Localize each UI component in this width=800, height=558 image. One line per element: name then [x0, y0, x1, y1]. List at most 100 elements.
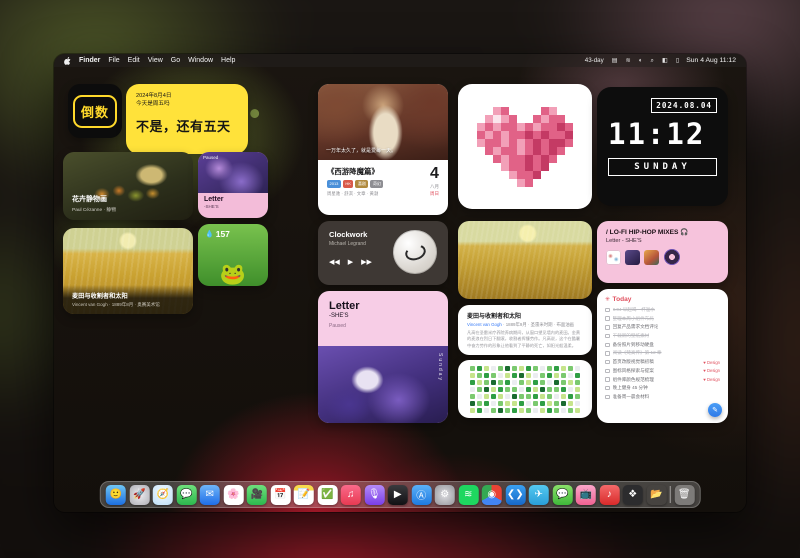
- todo-text: 首页改版视觉稿初稿: [613, 359, 654, 365]
- dock-app-icon[interactable]: ◉: [482, 485, 502, 505]
- active-app-name[interactable]: Finder: [79, 57, 100, 64]
- todo-item[interactable]: 首页改版视觉稿初稿 ♥ Design: [605, 359, 720, 365]
- todo-item[interactable]: 图标风格探索与提案 ♥ Design: [605, 368, 720, 374]
- dock-app-icon[interactable]: 🌸: [223, 485, 243, 505]
- dock-app-icon[interactable]: 🧭: [153, 485, 173, 505]
- play-button[interactable]: ▶: [348, 258, 353, 266]
- checkbox[interactable]: [605, 351, 610, 356]
- artwork-meta: Vincent van Gogh · 1889年9月 · 圣雷米时期 · 布面油…: [467, 322, 583, 328]
- dock-app-icon[interactable]: ♫: [341, 485, 361, 505]
- dock-app-icon[interactable]: ≋: [458, 485, 478, 505]
- music-player-widget[interactable]: Clockwork Michael Legrand ◀◀ ▶ ▶▶: [318, 221, 448, 285]
- checkbox[interactable]: [605, 386, 610, 391]
- todo-item[interactable]: 整理本周小组件布局: [605, 316, 720, 322]
- dock-app-icon[interactable]: ❖: [623, 485, 643, 505]
- status-icon[interactable]: ◐: [639, 57, 643, 64]
- calendar-weekday: 周日: [430, 191, 439, 197]
- pixel-clock-widget[interactable]: 2024.08.04 11:12 SUNDAY: [597, 87, 728, 206]
- album-thumbnail[interactable]: [625, 250, 640, 265]
- lofi-playlist-widget[interactable]: / LO-FI HIP-HOP MIXES 🎧 Letter - SHE'S: [597, 221, 728, 283]
- checkbox[interactable]: [605, 308, 610, 313]
- checkbox[interactable]: [605, 377, 610, 382]
- dock-app-icon[interactable]: 💬: [176, 485, 196, 505]
- next-button[interactable]: ▶▶: [361, 258, 372, 266]
- countdown-app-icon[interactable]: 倒数: [68, 84, 122, 138]
- todo-widget[interactable]: ✳ Today 8.04 早起喝一杯温水 整理本周小组件布局 回复: [597, 289, 728, 423]
- dock-app-icon[interactable]: 🚀: [129, 485, 149, 505]
- menu-item[interactable]: File: [108, 57, 119, 64]
- dock-app-icon[interactable]: [670, 486, 671, 503]
- menu-item[interactable]: Window: [188, 57, 213, 64]
- checkbox[interactable]: [605, 369, 610, 374]
- dock-app-icon[interactable]: Ⓐ: [411, 485, 431, 505]
- todo-item[interactable]: 组件库颜色规范梳理 ♥ Design: [605, 377, 720, 383]
- dock-app-icon[interactable]: ⚙: [435, 485, 455, 505]
- todo-item[interactable]: 回复产品需求文档评论: [605, 324, 720, 330]
- todo-text: 备份照片到移动硬盘: [613, 342, 654, 348]
- status-icon[interactable]: ▤: [612, 57, 618, 64]
- now-playing-widget[interactable]: Letter -SHE'S Paused Sunday: [318, 291, 448, 423]
- dock-app-icon[interactable]: 🙂: [106, 485, 126, 505]
- heatmap-row: [470, 401, 580, 406]
- dock-app-icon[interactable]: 📺: [576, 485, 596, 505]
- todo-item[interactable]: 阅读《梵高传》第 12 章: [605, 350, 720, 356]
- heatmap-grid: [470, 366, 580, 413]
- todo-item[interactable]: 8.04 早起喝一杯温水: [605, 307, 720, 313]
- movie-tag: 2013: [327, 180, 341, 188]
- dock-app-icon[interactable]: ♪: [599, 485, 619, 505]
- artwork-info-widget[interactable]: 麦田与收割者和太阳 Vincent van Gogh · 1889年9月 · 圣…: [458, 305, 592, 355]
- dock-app-icon[interactable]: 📂: [646, 485, 666, 505]
- status-icon[interactable]: 43-day: [585, 57, 604, 64]
- checkbox[interactable]: [605, 334, 610, 339]
- todo-text: 晚上健身 45 分钟: [613, 385, 648, 391]
- menu-item[interactable]: View: [148, 57, 163, 64]
- checkbox[interactable]: [605, 343, 610, 348]
- apple-menu-icon[interactable]: [64, 57, 71, 65]
- menu-item[interactable]: Go: [171, 57, 180, 64]
- movie-calendar-widget[interactable]: 一万年太久了，就是爱每一天。 《西游降魔篇》 2013HK喜剧奇幻 周星驰 · …: [318, 84, 448, 215]
- status-icon[interactable]: ≋: [626, 57, 631, 64]
- day-label: Sunday: [437, 353, 443, 382]
- countdown-widget[interactable]: 2024年8月4日 今天是周五吗 不是，还有五天: [126, 84, 248, 154]
- dock-app-icon[interactable]: ▶: [388, 485, 408, 505]
- dock-app-icon[interactable]: 📝: [294, 485, 314, 505]
- dock-app-icon[interactable]: 🗑: [674, 485, 694, 505]
- menu-item[interactable]: Help: [221, 57, 235, 64]
- countdown-date: 2024年8月4日: [136, 92, 238, 100]
- todo-item[interactable]: 下载新的壁纸素材: [605, 333, 720, 339]
- album-thumbnail[interactable]: [606, 250, 621, 265]
- dock-app-icon[interactable]: 🎥: [247, 485, 267, 505]
- artist-link[interactable]: Vincent van Gogh: [467, 322, 502, 327]
- vinyl-icon: [664, 249, 680, 265]
- status-icon[interactable]: ▯: [676, 57, 679, 64]
- checkbox[interactable]: [605, 395, 610, 400]
- activity-heatmap-widget[interactable]: [458, 360, 592, 418]
- menu-bar-clock[interactable]: Sun 4 Aug 11:12: [686, 57, 736, 64]
- dock-app-icon[interactable]: ✈: [529, 485, 549, 505]
- letter-album-art: Sunday: [318, 346, 448, 423]
- menu-item[interactable]: Edit: [128, 57, 140, 64]
- vangogh-small-widget[interactable]: 麦田与收割者和太阳 Vincent van Gogh · 1889年8月 · 奥…: [63, 228, 193, 314]
- dock-app-icon[interactable]: 📅: [270, 485, 290, 505]
- previous-button[interactable]: ◀◀: [329, 258, 340, 266]
- add-todo-button[interactable]: ✎: [708, 403, 722, 417]
- status-icon[interactable]: ⌕: [651, 57, 654, 65]
- todo-item[interactable]: 准备周一晨会材料: [605, 394, 720, 400]
- checkbox[interactable]: [605, 316, 610, 321]
- todo-item[interactable]: 备份照片到移动硬盘: [605, 342, 720, 348]
- status-icon[interactable]: ◧: [662, 57, 668, 64]
- vangogh-painting-widget[interactable]: [458, 221, 592, 299]
- todo-item[interactable]: 晚上健身 45 分钟: [605, 385, 720, 391]
- checkbox[interactable]: [605, 325, 610, 330]
- dock-app-icon[interactable]: ✅: [317, 485, 337, 505]
- water-tracker-widget[interactable]: 💧 157 🐸: [198, 224, 268, 286]
- dock-app-icon[interactable]: 🎙: [364, 485, 384, 505]
- pixel-heart-widget[interactable]: [458, 84, 592, 209]
- dock-app-icon[interactable]: ❮❯: [505, 485, 525, 505]
- checkbox[interactable]: [605, 360, 610, 365]
- album-thumbnail[interactable]: [644, 250, 659, 265]
- music-widget-small[interactable]: Paused Letter -SHE'S: [198, 152, 268, 218]
- cezanne-art-widget[interactable]: 花卉静物画 Paul Cézanne · 静物: [63, 152, 193, 220]
- dock-app-icon[interactable]: 💬: [552, 485, 572, 505]
- dock-app-icon[interactable]: ✉: [200, 485, 220, 505]
